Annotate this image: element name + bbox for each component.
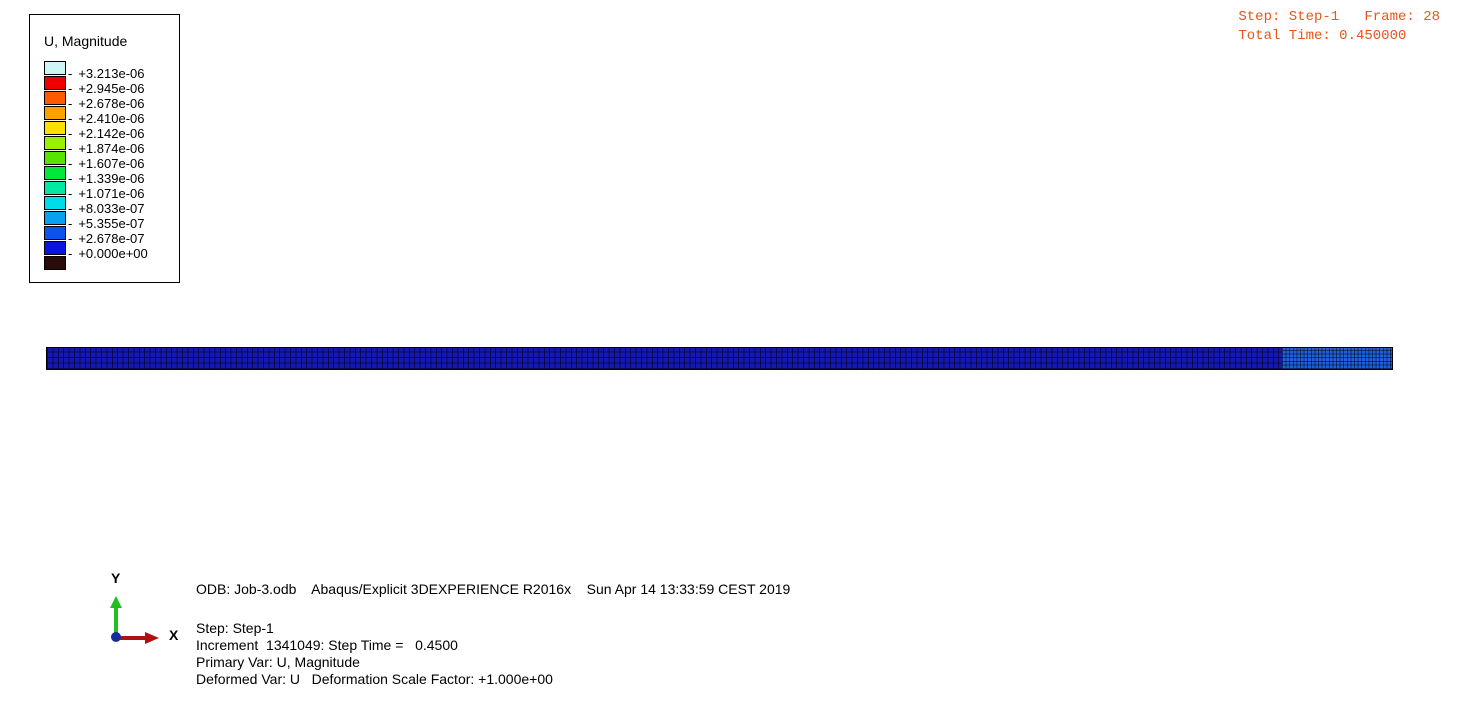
model-mesh[interactable] (46, 347, 1393, 370)
legend-label: +1.339e-06 (68, 171, 148, 186)
model-mesh-refined-end (1282, 348, 1392, 369)
triad-arrows-icon (110, 596, 159, 644)
legend-swatch (44, 121, 66, 135)
legend-label: +0.000e+00 (68, 246, 147, 261)
legend-swatch (44, 226, 66, 240)
legend-label: +2.945e-06 (68, 81, 148, 96)
step-info: Step: Step-1 (196, 620, 274, 636)
triad-x-arrowhead (145, 632, 159, 644)
legend-swatch (44, 241, 66, 255)
legend-label: +1.607e-06 (68, 156, 148, 171)
legend-label: +2.142e-06 (68, 126, 148, 141)
legend-label: +3.213e-06 (68, 66, 148, 81)
legend-label: +2.410e-06 (68, 111, 148, 126)
legend-label: +1.071e-06 (68, 186, 148, 201)
legend-title: U, Magnitude (44, 33, 128, 49)
legend-swatch (44, 136, 66, 150)
legend-swatch (44, 106, 66, 120)
deformed-var-info: Deformed Var: U Deformation Scale Factor… (196, 671, 553, 687)
legend-label: +1.874e-06 (68, 141, 148, 156)
contour-legend: U, Magnitude +3.213e-06+2.945e-06+2.678e… (29, 14, 180, 283)
step-frame-text: Step: Step-1 Frame: 28 (1238, 9, 1440, 25)
legend-swatch (44, 151, 66, 165)
legend-label: +8.033e-07 (68, 201, 148, 216)
legend-color-bar (44, 60, 66, 270)
frame-status: Step: Step-1 Frame: 28 Total Time: 0.4500… (1238, 8, 1440, 46)
legend-value-labels: +3.213e-06+2.945e-06+2.678e-06+2.410e-06… (68, 66, 148, 261)
axis-triad: Y X (105, 568, 185, 648)
total-time-text: Total Time: 0.450000 (1238, 28, 1407, 44)
triad-z-axis (111, 632, 121, 642)
odb-info: ODB: Job-3.odb Abaqus/Explicit 3DEXPERIE… (196, 581, 791, 597)
triad-y-arrowhead (110, 596, 122, 608)
legend-swatch (44, 196, 66, 210)
increment-info: Increment 1341049: Step Time = 0.4500 (196, 637, 458, 653)
legend-swatch (44, 76, 66, 90)
legend-label: +2.678e-07 (68, 231, 148, 246)
legend-label: +2.678e-06 (68, 96, 148, 111)
legend-swatch (44, 181, 66, 195)
legend-swatch (44, 256, 66, 270)
legend-label: +5.355e-07 (68, 216, 148, 231)
legend-swatch (44, 166, 66, 180)
legend-swatch (44, 91, 66, 105)
legend-swatch (44, 61, 66, 75)
legend-swatch (44, 211, 66, 225)
primary-var-info: Primary Var: U, Magnitude (196, 654, 360, 670)
